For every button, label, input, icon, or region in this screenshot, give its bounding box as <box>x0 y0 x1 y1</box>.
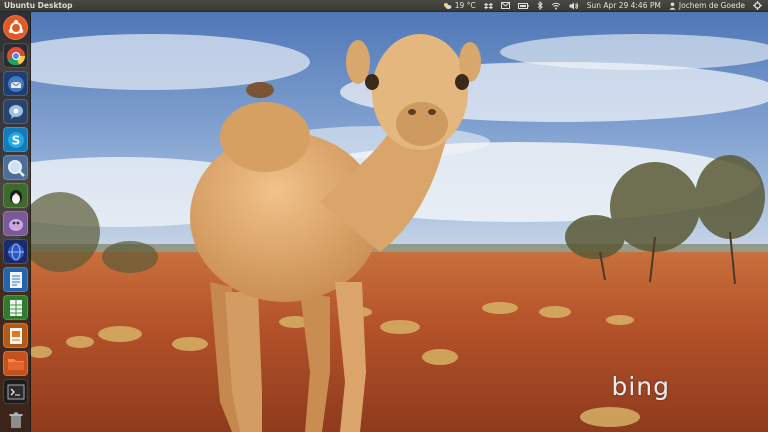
dropbox-indicator[interactable] <box>480 0 497 12</box>
mail-indicator[interactable] <box>497 0 514 12</box>
launcher-empathy[interactable] <box>3 99 28 124</box>
launcher-skype[interactable]: S <box>3 127 28 152</box>
launcher-penguin[interactable] <box>3 183 28 208</box>
temperature-text: 19 °C <box>454 0 476 10</box>
launcher-terminal[interactable] <box>3 379 28 404</box>
volume-icon <box>569 2 578 9</box>
calc-icon <box>9 299 22 316</box>
user-indicator[interactable]: Jochem de Goede <box>665 0 749 12</box>
top-panel: Ubuntu Desktop 19 °C Sun Apr 29 4:46 PM … <box>0 0 768 12</box>
terminal-icon <box>7 384 24 399</box>
bluetooth-icon <box>537 1 543 10</box>
trash-icon <box>9 412 22 428</box>
mail-icon <box>500 2 510 9</box>
session-indicator[interactable] <box>749 0 766 12</box>
dropbox-icon <box>483 2 493 9</box>
datetime-text: Sun Apr 29 4:46 PM <box>586 0 661 10</box>
bing-watermark: bing <box>611 372 670 401</box>
launcher-browser[interactable] <box>3 239 28 264</box>
sound-indicator[interactable] <box>565 0 583 12</box>
launcher-pidgin[interactable] <box>3 211 28 236</box>
launcher-files[interactable] <box>3 351 28 376</box>
desktop-wallpaper: bing <box>0 12 768 432</box>
launcher-chrome[interactable] <box>3 43 28 68</box>
svg-text:S: S <box>11 133 20 147</box>
launcher-writer[interactable] <box>3 267 28 292</box>
unity-launcher: S <box>0 12 31 432</box>
launcher-thunderbird[interactable] <box>3 71 28 96</box>
impress-icon <box>9 327 22 344</box>
launcher-dash-home[interactable] <box>3 15 28 40</box>
network-indicator[interactable] <box>547 0 565 12</box>
ubuntu-logo-icon <box>8 19 23 34</box>
weather-indicator[interactable]: 19 °C <box>439 0 480 12</box>
launcher-calc[interactable] <box>3 295 28 320</box>
battery-icon <box>517 2 529 9</box>
launcher-search[interactable] <box>3 155 28 180</box>
chrome-icon <box>6 46 25 65</box>
magnifier-icon <box>7 159 25 177</box>
battery-indicator[interactable] <box>514 0 533 12</box>
pidgin-icon <box>8 218 23 231</box>
launcher-impress[interactable] <box>3 323 28 348</box>
writer-icon <box>9 271 22 288</box>
penguin-icon <box>9 189 22 204</box>
gear-icon <box>753 1 762 10</box>
bluetooth-indicator[interactable] <box>533 0 547 12</box>
folder-icon <box>7 358 24 370</box>
window-title: Ubuntu Desktop <box>4 0 73 10</box>
skype-icon: S <box>7 131 24 148</box>
thunderbird-icon <box>7 75 24 92</box>
user-icon <box>669 2 676 10</box>
clock-indicator[interactable]: Sun Apr 29 4:46 PM <box>583 0 665 12</box>
chat-icon <box>8 104 23 119</box>
globe-icon <box>7 243 24 260</box>
weather-icon <box>443 2 452 9</box>
username-text: Jochem de Goede <box>678 0 745 10</box>
indicator-area: 19 °C Sun Apr 29 4:46 PM Jochem de Goede <box>439 0 768 12</box>
wifi-icon <box>551 2 561 9</box>
launcher-trash[interactable] <box>3 407 28 432</box>
